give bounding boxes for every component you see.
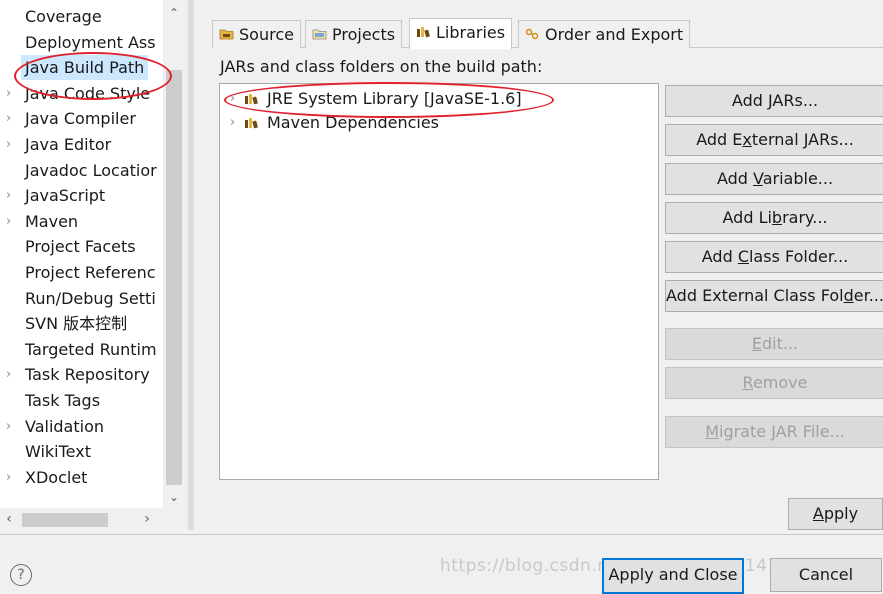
pane-divider[interactable]: [188, 0, 194, 530]
sidebar-item[interactable]: Coverage: [0, 4, 163, 29]
sidebar-item[interactable]: SVN 版本控制: [0, 311, 163, 336]
migrate-jar-button[interactable]: Migrate JAR File...: [665, 416, 883, 448]
expand-arrow-icon[interactable]: ›: [6, 81, 18, 106]
remove-button[interactable]: Remove: [665, 367, 883, 399]
add-library-button[interactable]: Add Library...: [665, 202, 883, 234]
tab-source[interactable]: Source: [212, 20, 301, 48]
apply-and-close-button[interactable]: Apply and Close: [602, 558, 744, 594]
preferences-tree[interactable]: Coverage Deployment Ass Java Build Path › Ja…: [0, 0, 163, 508]
vertical-scroll-thumb[interactable]: [166, 70, 182, 485]
help-icon[interactable]: ?: [10, 564, 32, 586]
add-variable-button[interactable]: Add Variable...: [665, 163, 883, 195]
sidebar-item[interactable]: › Task Repository: [0, 362, 163, 387]
scroll-right-icon[interactable]: ›: [140, 512, 154, 526]
sidebar-item-label: Coverage: [25, 7, 102, 26]
tab-order-and-export[interactable]: Order and Export: [518, 20, 691, 50]
sidebar-item-label: JavaScript: [25, 186, 106, 206]
expand-arrow-icon[interactable]: ›: [6, 183, 18, 208]
expand-arrow-icon[interactable]: ›: [230, 112, 235, 134]
expand-arrow-icon[interactable]: ›: [6, 106, 18, 131]
sidebar-item-label: Targeted Runtim: [25, 339, 157, 359]
tab-libraries[interactable]: Libraries: [409, 18, 513, 49]
sidebar-item-label: Project Facets: [25, 237, 136, 257]
sidebar-item[interactable]: WikiText: [0, 439, 163, 464]
sidebar-item-label: WikiText: [25, 442, 91, 462]
sidebar-item-label: Run/Debug Setti: [25, 288, 156, 308]
add-class-folder-button[interactable]: Add Class Folder...: [665, 241, 883, 273]
sidebar-item[interactable]: Task Tags: [0, 388, 163, 413]
sidebar-item[interactable]: Targeted Runtim: [0, 337, 163, 362]
sidebar-item-label: Task Repository: [25, 365, 150, 385]
horizontal-scroll-thumb[interactable]: [22, 513, 108, 527]
sidebar-item-label: Java Editor: [25, 135, 112, 154]
add-external-jars-button[interactable]: Add External JARs...: [665, 124, 883, 156]
source-folder-icon: [219, 23, 235, 50]
sidebar-item[interactable]: Javadoc Locatior: [0, 158, 163, 183]
tree-vertical-scrollbar[interactable]: ⌃ ⌄: [163, 0, 185, 508]
order-export-icon: [525, 23, 541, 50]
expand-arrow-icon[interactable]: ›: [230, 88, 235, 110]
sidebar-item[interactable]: › XDoclet: [0, 465, 163, 490]
sidebar-item-label: Java Code Style: [25, 83, 151, 103]
sidebar-item-label: Javadoc Locatior: [25, 160, 157, 180]
add-external-class-folder-button[interactable]: Add External Class Folder...: [665, 280, 883, 312]
library-icon: [245, 94, 258, 105]
sidebar-item[interactable]: Java Build Path: [0, 55, 163, 81]
sidebar-item-label: Task Tags: [25, 391, 101, 410]
sidebar-item-label: XDoclet: [25, 467, 88, 487]
edit-button[interactable]: Edit...: [665, 328, 883, 360]
libraries-tree[interactable]: › JRE System Library [JavaSE-1.6] › Mave…: [219, 83, 659, 480]
expand-arrow-icon[interactable]: ›: [6, 414, 18, 439]
expand-arrow-icon[interactable]: ›: [6, 465, 18, 490]
cancel-button[interactable]: Cancel: [770, 558, 882, 592]
library-icon: [245, 118, 258, 129]
library-label: Maven Dependencies: [267, 113, 440, 132]
tree-horizontal-scrollbar[interactable]: ‹ ›: [0, 508, 185, 530]
sidebar-item[interactable]: › Java Code Style: [0, 81, 163, 106]
expand-arrow-icon[interactable]: ›: [6, 209, 18, 234]
sidebar-item[interactable]: Project Facets: [0, 234, 163, 259]
sidebar-item[interactable]: Project Referenc: [0, 260, 163, 285]
sidebar-item[interactable]: › Java Editor: [0, 132, 163, 157]
sidebar-item-label: Deployment Ass: [25, 32, 156, 52]
build-path-label: JARs and class folders on the build path…: [220, 57, 543, 76]
sidebar-item[interactable]: Run/Debug Setti: [0, 286, 163, 311]
scroll-up-icon[interactable]: ⌃: [167, 6, 181, 20]
sidebar-item[interactable]: › Maven: [0, 209, 163, 234]
scroll-down-icon[interactable]: ⌄: [167, 490, 181, 504]
sidebar-item-label: Project Referenc: [25, 263, 156, 282]
sidebar-item[interactable]: › JavaScript: [0, 183, 163, 208]
scroll-left-icon[interactable]: ‹: [2, 512, 16, 526]
sidebar-item[interactable]: Deployment Ass: [0, 30, 163, 55]
tab-projects[interactable]: Projects: [305, 20, 403, 50]
sidebar-item-label: Validation: [25, 416, 105, 436]
sidebar-item[interactable]: › Java Compiler: [0, 106, 163, 131]
footer-separator: [0, 534, 883, 535]
apply-button[interactable]: Apply: [788, 498, 883, 530]
sidebar-item-label: Maven: [25, 211, 79, 231]
expand-arrow-icon[interactable]: ›: [6, 132, 18, 157]
sidebar-item-label: Java Build Path: [21, 55, 149, 81]
add-jars-button[interactable]: Add JARs...: [665, 85, 883, 117]
sidebar-item-label: Java Compiler: [25, 109, 136, 129]
library-label: JRE System Library [JavaSE-1.6]: [267, 89, 522, 108]
expand-arrow-icon[interactable]: ›: [6, 362, 18, 387]
sidebar-item-label: SVN 版本控制: [25, 314, 128, 334]
library-icon: [416, 21, 432, 49]
sidebar-item[interactable]: › Validation: [0, 414, 163, 439]
projects-icon: [312, 23, 328, 50]
